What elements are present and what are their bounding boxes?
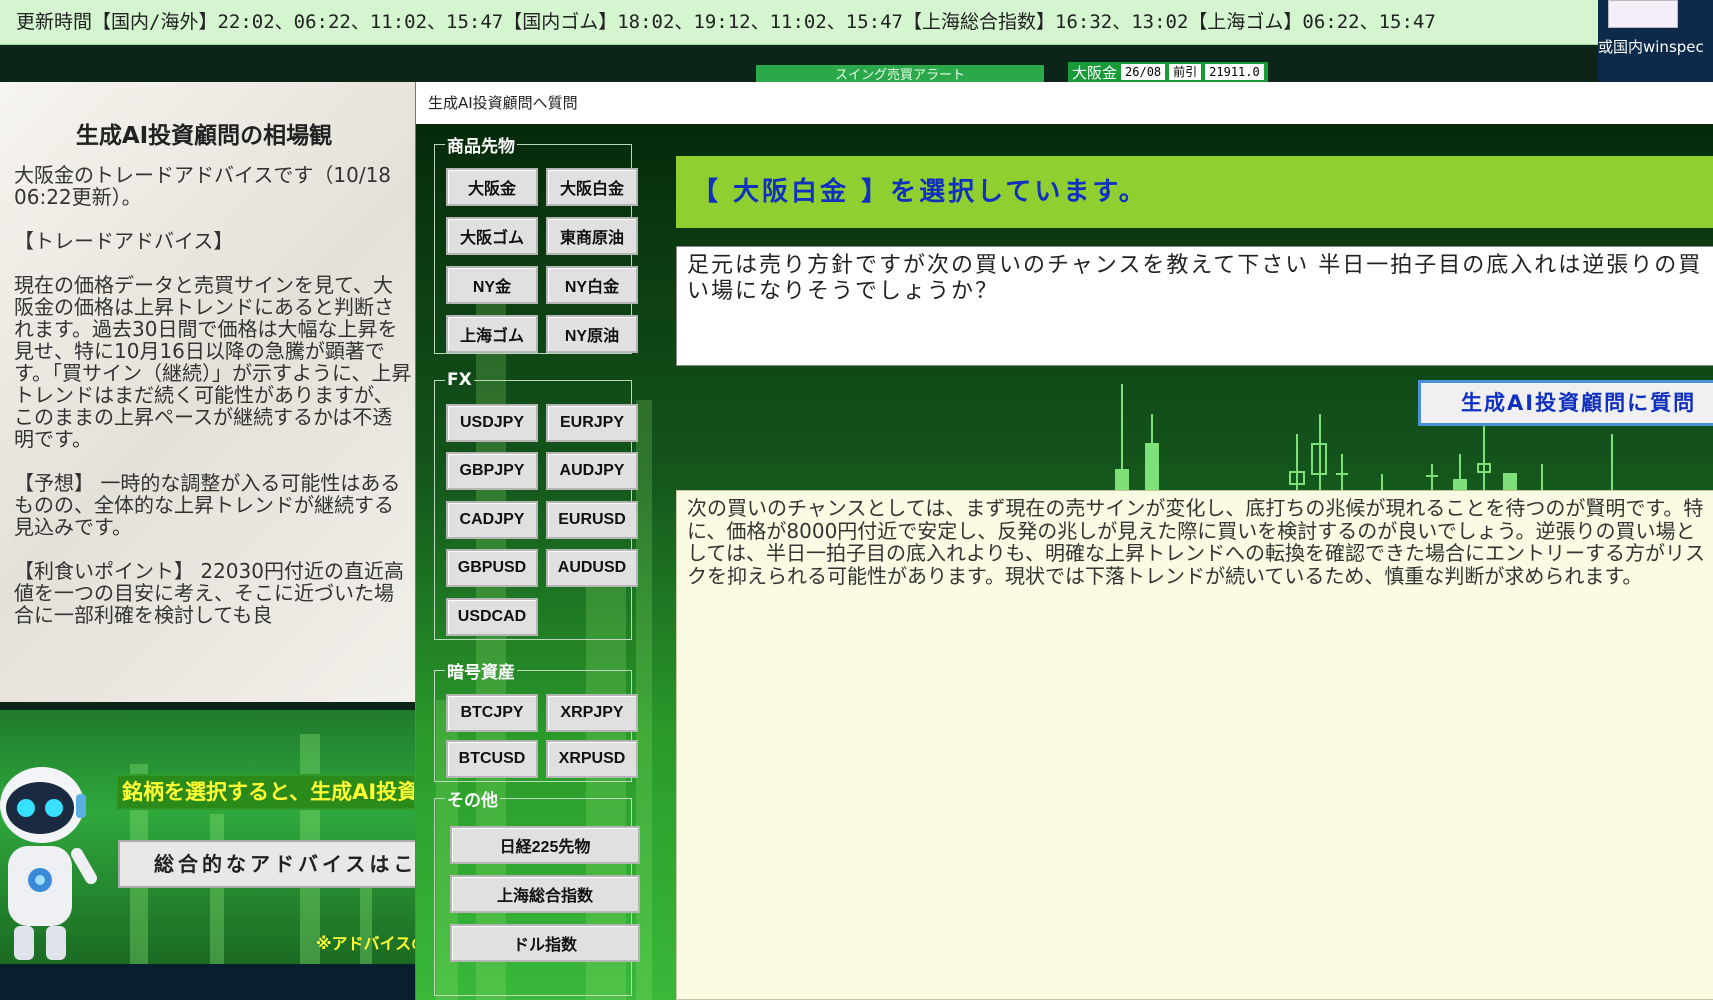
audusd-button[interactable]: AUDUSD	[546, 549, 638, 587]
other-legend: その他	[447, 791, 498, 811]
tocom-crude-button[interactable]: 東商原油	[546, 217, 638, 255]
quote-price: 21911.0	[1205, 64, 1264, 80]
quote-contract: 26/08	[1121, 64, 1166, 80]
crypto-legend: 暗号資産	[447, 663, 515, 683]
assistant-area: 銘柄を選択すると、生成AI投資顧問からのアドバイスが表示されます。 総合的なアド…	[0, 710, 415, 964]
usdjpy-button[interactable]: USDJPY	[446, 404, 538, 442]
shortcut-label: 或国内winspec	[1598, 38, 1704, 56]
dollar-index-button[interactable]: ドル指数	[450, 924, 640, 962]
shanghai-composite-button[interactable]: 上海総合指数	[450, 875, 640, 913]
quote-strip: 大阪金 26/08 前引 21911.0	[1068, 62, 1268, 82]
update-times-bar: 更新時間【国内/海外】22:02、06:22、11:02、15:47【国内ゴム】…	[0, 0, 1598, 45]
market-view-panel: 生成AI投資顧問の相場観 大阪金のトレードアドバイスです（10/18 06:22…	[0, 82, 415, 964]
btcjpy-button[interactable]: BTCJPY	[446, 694, 538, 732]
xrpusd-button[interactable]: XRPUSD	[546, 740, 638, 778]
nikkei225-button[interactable]: 日経225先物	[450, 826, 640, 864]
robot-mascot-icon	[0, 767, 97, 960]
ny-gold-button[interactable]: NY金	[446, 266, 538, 304]
dialog-title: 生成AI投資顧問へ質問	[416, 82, 1713, 124]
advice-intro: 大阪金のトレードアドバイスです（10/18 06:22更新）。	[14, 163, 392, 209]
ny-crude-button[interactable]: NY原油	[546, 315, 638, 353]
question-input[interactable]: 足元は売り方針ですが次の買いのチャンスを教えて下さい 半日一拍子目の底入れは逆張…	[676, 246, 1713, 366]
advice-body: 現在の価格データと売買サインを見て、大阪金の価格は上昇トレンドにあると判断されま…	[14, 273, 412, 451]
quote-name: 大阪金	[1072, 63, 1118, 82]
ask-advisor-button[interactable]: 生成AI投資顧問に質問	[1418, 380, 1713, 426]
quote-type: 前引	[1169, 64, 1202, 80]
advice-take-profit: 【利食いポイント】 22030円付近の直近高値を一つの目安に考え、そこに近づいた…	[14, 559, 404, 627]
selection-hint: 銘柄を選択すると、生成AI投資顧問からのアドバイスが表示されます。	[116, 774, 415, 810]
fx-legend: FX	[447, 370, 472, 390]
advice-paper: 生成AI投資顧問の相場観 大阪金のトレードアドバイスです（10/18 06:22…	[0, 82, 415, 702]
shanghai-rubber-button[interactable]: 上海ゴム	[446, 315, 538, 353]
gbpusd-button[interactable]: GBPUSD	[446, 549, 538, 587]
overall-advice-button[interactable]: 総合的なアドバイスはこちら	[118, 840, 415, 888]
btcusd-button[interactable]: BTCUSD	[446, 740, 538, 778]
panel-title: 生成AI投資顧問の相場観	[75, 123, 333, 149]
question-dialog: 生成AI投資顧問へ質問 商品先物 大阪金 大阪白金 大阪ゴム 東商原油 NY金 …	[415, 82, 1713, 1000]
advice-note: ※アドバイスの	[316, 934, 415, 953]
dialog-body: 商品先物 大阪金 大阪白金 大阪ゴム 東商原油 NY金 NY白金 上海ゴム NY…	[416, 124, 1713, 1000]
commodities-legend: 商品先物	[447, 137, 515, 157]
audjpy-button[interactable]: AUDJPY	[546, 452, 638, 490]
selection-banner: 【 大阪白金 】を選択しています。	[676, 156, 1713, 228]
eurjpy-button[interactable]: EURJPY	[546, 404, 638, 442]
osaka-gold-button[interactable]: 大阪金	[446, 168, 538, 206]
advice-forecast: 【予想】 一時的な調整が入る可能性はあるものの、全体的な上昇トレンドが継続する見…	[14, 471, 401, 539]
advice-heading: 【トレードアドバイス】	[14, 229, 234, 253]
cadjpy-button[interactable]: CADJPY	[446, 501, 538, 539]
ny-platinum-button[interactable]: NY白金	[546, 266, 638, 304]
eurusd-button[interactable]: EURUSD	[546, 501, 638, 539]
osaka-rubber-button[interactable]: 大阪ゴム	[446, 217, 538, 255]
xrpjpy-button[interactable]: XRPJPY	[546, 694, 638, 732]
answer-output: 次の買いのチャンスとしては、まず現在の売サインが変化し、底打ちの兆候が現れること…	[676, 490, 1713, 1000]
desktop-shortcut[interactable]: 或国内winspec	[1598, 0, 1713, 82]
gbpjpy-button[interactable]: GBPJPY	[446, 452, 538, 490]
osaka-platinum-button[interactable]: 大阪白金	[546, 168, 638, 206]
swing-alert-tab[interactable]: スイング売買アラート	[756, 65, 1044, 83]
shortcut-thumbnail-icon	[1608, 0, 1678, 28]
usdcad-button[interactable]: USDCAD	[446, 598, 538, 636]
